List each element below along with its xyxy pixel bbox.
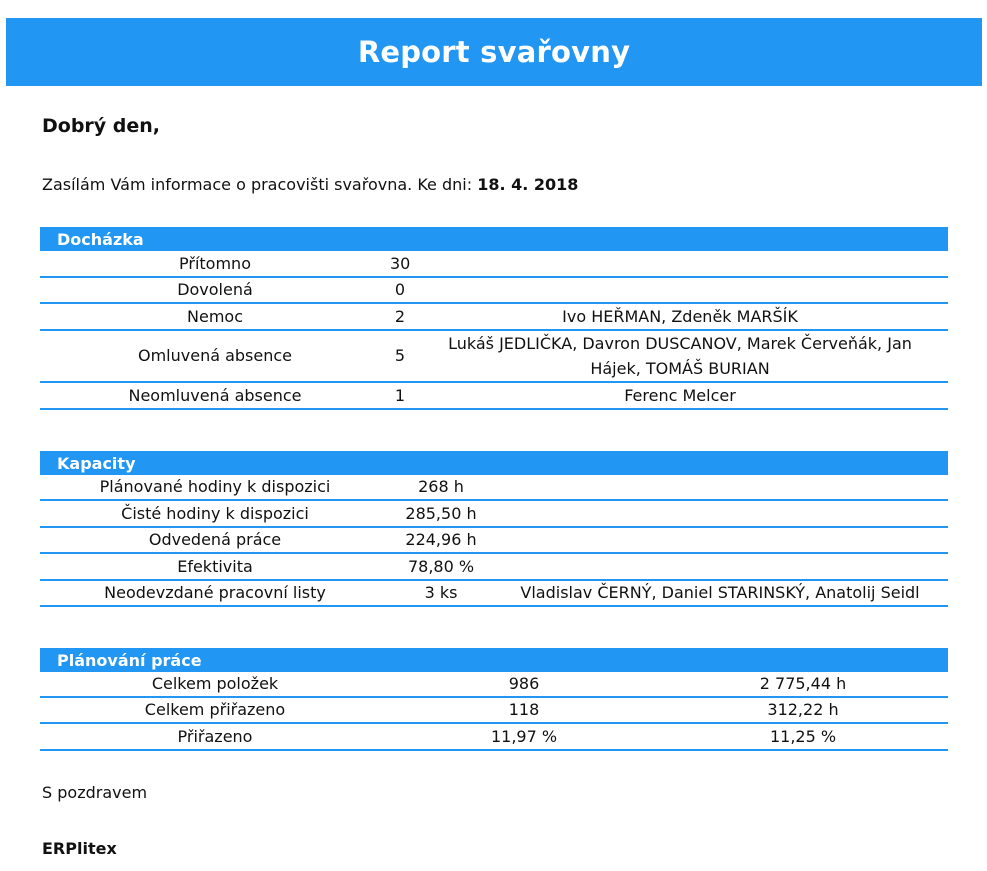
row-label: Celkem přiřazeno [144,700,286,719]
row-names: Ivo HEŘMAN, Zdeněk MARŠÍK [562,306,798,326]
table-row: Celkem přiřazeno 118 312,22 h [40,698,948,724]
attendance-title: Docházka [40,227,948,251]
table-row: Odvedená práce 224,96 h [40,528,948,554]
table-row: Omluvená absence 5 Lukáš JEDLIČKA, Davro… [40,331,948,383]
table-row: Nemoc 2 Ivo HEŘMAN, Zdeněk MARŠÍK [40,304,948,331]
row-label: Neodevzdané pracovní listy [104,583,326,602]
intro-text: Zasílám Vám informace o pracovišti svařo… [42,175,578,194]
row-hours: 11,25 % [769,726,837,746]
closing-text: S pozdravem [42,783,148,802]
planning-title: Plánování práce [40,648,948,672]
report-title-banner: Report svařovny [6,18,982,86]
row-label: Efektivita [177,556,253,576]
row-label: Dovolená [177,280,253,299]
row-label: Celkem položek [151,674,279,693]
row-label: Přiřazeno [177,726,253,746]
row-value: 1 [394,385,406,405]
row-hours: 2 775,44 h [759,674,847,693]
report-date: 18. 4. 2018 [477,175,579,194]
table-row: Přítomno 30 [40,251,948,278]
row-value: 285,50 h [405,503,477,523]
row-value: 0 [394,280,406,299]
row-count: 118 [508,700,540,719]
row-label: Nemoc [187,306,243,326]
row-value: 2 [394,306,406,326]
row-names: Lukáš JEDLIČKA, Davron DUSCANOV, Marek Č… [448,334,912,378]
row-hours: 312,22 h [767,700,839,719]
row-value: 30 [390,253,411,273]
row-label: Omluvená absence [137,346,293,365]
row-value: 224,96 h [405,530,477,549]
row-label: Čisté hodiny k dispozici [121,503,309,523]
signature: ERPlitex [42,839,117,858]
intro-sentence: Zasílám Vám informace o pracovišti svařo… [42,175,478,194]
table-row: Čisté hodiny k dispozici 285,50 h [40,501,948,528]
row-value: 78,80 % [407,556,475,576]
row-label: Plánované hodiny k dispozici [99,477,331,496]
row-value: 5 [394,346,406,365]
table-row: Neomluvená absence 1 Ferenc Melcer [40,383,948,410]
table-row: Přiřazeno 11,97 % 11,25 % [40,724,948,751]
row-names: Vladislav ČERNÝ, Daniel STARINSKÝ, Anato… [520,583,920,602]
planning-section: Plánování práce Celkem položek 986 2 775… [40,648,948,751]
greeting: Dobrý den, [42,115,161,137]
row-label: Odvedená práce [148,530,282,549]
attendance-section: Docházka Přítomno 30 Dovolená 0 Nemoc 2 … [40,227,948,410]
row-names: Ferenc Melcer [624,385,736,405]
table-row: Dovolená 0 [40,278,948,304]
row-count: 986 [508,674,540,693]
row-value: 3 ks [424,583,458,602]
capacity-title: Kapacity [40,451,948,475]
row-count: 11,97 % [490,726,558,746]
row-value: 268 h [418,477,464,496]
row-label: Neomluvená absence [128,385,302,405]
report-title: Report svařovny [357,35,631,69]
table-row: Celkem položek 986 2 775,44 h [40,672,948,698]
table-row: Neodevzdané pracovní listy 3 ks Vladisla… [40,581,948,607]
row-label: Přítomno [179,253,251,273]
table-row: Efektivita 78,80 % [40,554,948,581]
capacity-section: Kapacity Plánované hodiny k dispozici 26… [40,451,948,607]
table-row: Plánované hodiny k dispozici 268 h [40,475,948,501]
